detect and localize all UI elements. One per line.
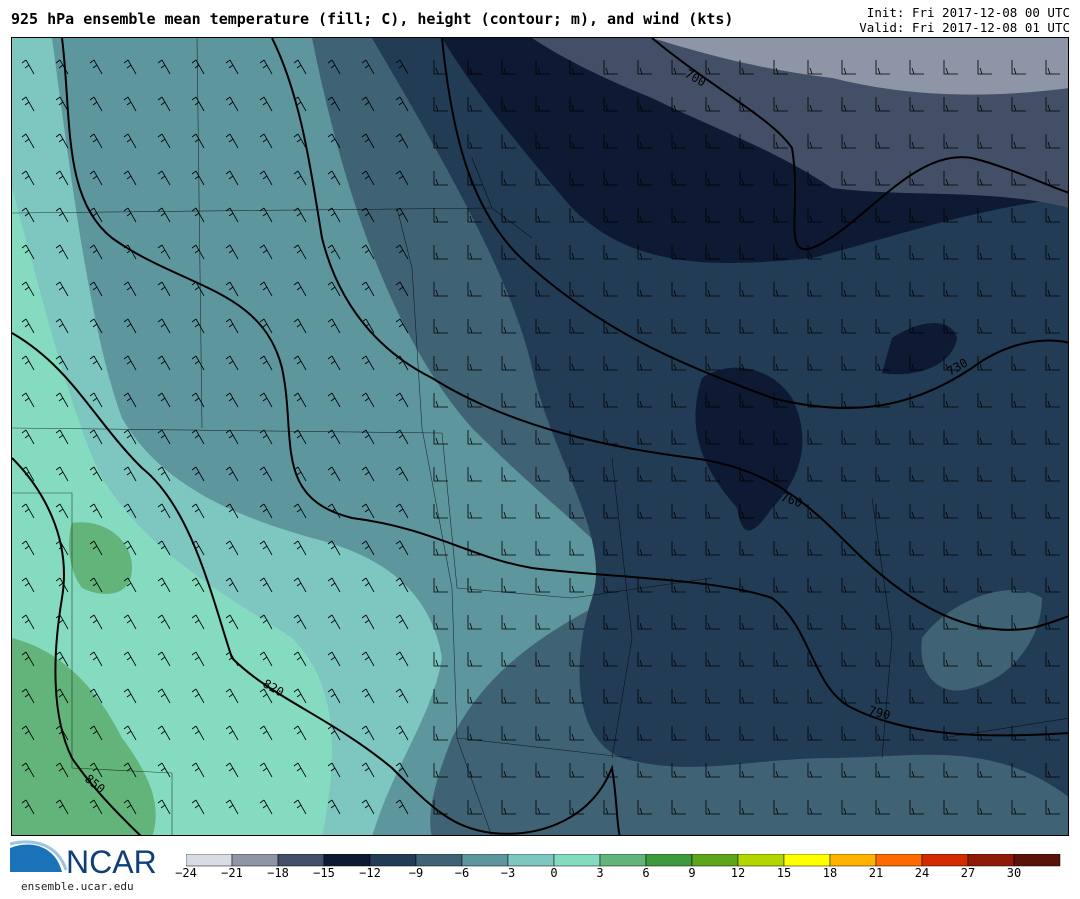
colorbar-swatch	[875, 854, 923, 867]
colorbar-tick-label: 12	[730, 866, 746, 880]
init-time: Init: Fri 2017-12-08 00 UTC	[866, 5, 1070, 20]
colorbar-swatch	[921, 854, 969, 867]
colorbar-tick-label: −6	[454, 866, 470, 880]
colorbar-swatch	[829, 854, 877, 867]
colorbar-tick-label: 27	[960, 866, 976, 880]
colorbar-swatch	[645, 854, 693, 867]
colorbar-tick-label: −21	[221, 866, 243, 880]
colorbar-swatch	[1013, 854, 1061, 867]
colorbar-swatch	[277, 854, 325, 867]
colorbar-tick-labels: −24 −21 −18 −15 −12 −9 −6 −3 0 3 6 9 12 15 18 21 24 27 30	[0, 866, 1080, 886]
colorbar-tick-label: −12	[359, 866, 381, 880]
colorbar-tick-label: 30	[1006, 866, 1022, 880]
colorbar-tick-label: 9	[688, 866, 696, 880]
colorbar-tick-label: −18	[267, 866, 289, 880]
colorbar-tick-label: 6	[642, 866, 650, 880]
colorbar-swatch	[783, 854, 831, 867]
colorbar-swatch	[737, 854, 785, 867]
colorbar-tick-label: 21	[868, 866, 884, 880]
colorbar-tick-label: 15	[776, 866, 792, 880]
colorbar-swatch	[323, 854, 371, 867]
colorbar-swatch	[553, 854, 601, 867]
colorbar-swatch	[967, 854, 1015, 867]
colorbar-tick-label: −24	[175, 866, 197, 880]
colorbar-swatch	[599, 854, 647, 867]
colorbar-tick-label: 3	[596, 866, 604, 880]
colorbar-swatch	[507, 854, 555, 867]
map-canvas: 700 730 760 790 820 850	[12, 38, 1068, 835]
colorbar-swatch	[369, 854, 417, 867]
colorbar-tick-label: 0	[550, 866, 558, 880]
colorbar-swatch	[186, 854, 233, 867]
colorbar-swatch	[415, 854, 463, 867]
colorbar-tick-label: 18	[822, 866, 838, 880]
map-title: 925 hPa ensemble mean temperature (fill;…	[11, 10, 734, 28]
colorbar-swatch	[461, 854, 509, 867]
colorbar-tick-label: −9	[408, 866, 424, 880]
colorbar-tick-label: 24	[914, 866, 930, 880]
forecast-times: Init: Fri 2017-12-08 00 UTC Valid: Fri 2…	[859, 5, 1070, 35]
colorbar-swatch	[231, 854, 279, 867]
valid-time: Valid: Fri 2017-12-08 01 UTC	[859, 20, 1070, 35]
temperature-map: 700 730 760 790 820 850	[11, 37, 1069, 836]
colorbar-tick-label: −15	[313, 866, 335, 880]
colorbar-tick-label: −3	[500, 866, 516, 880]
colorbar-swatch	[691, 854, 739, 867]
